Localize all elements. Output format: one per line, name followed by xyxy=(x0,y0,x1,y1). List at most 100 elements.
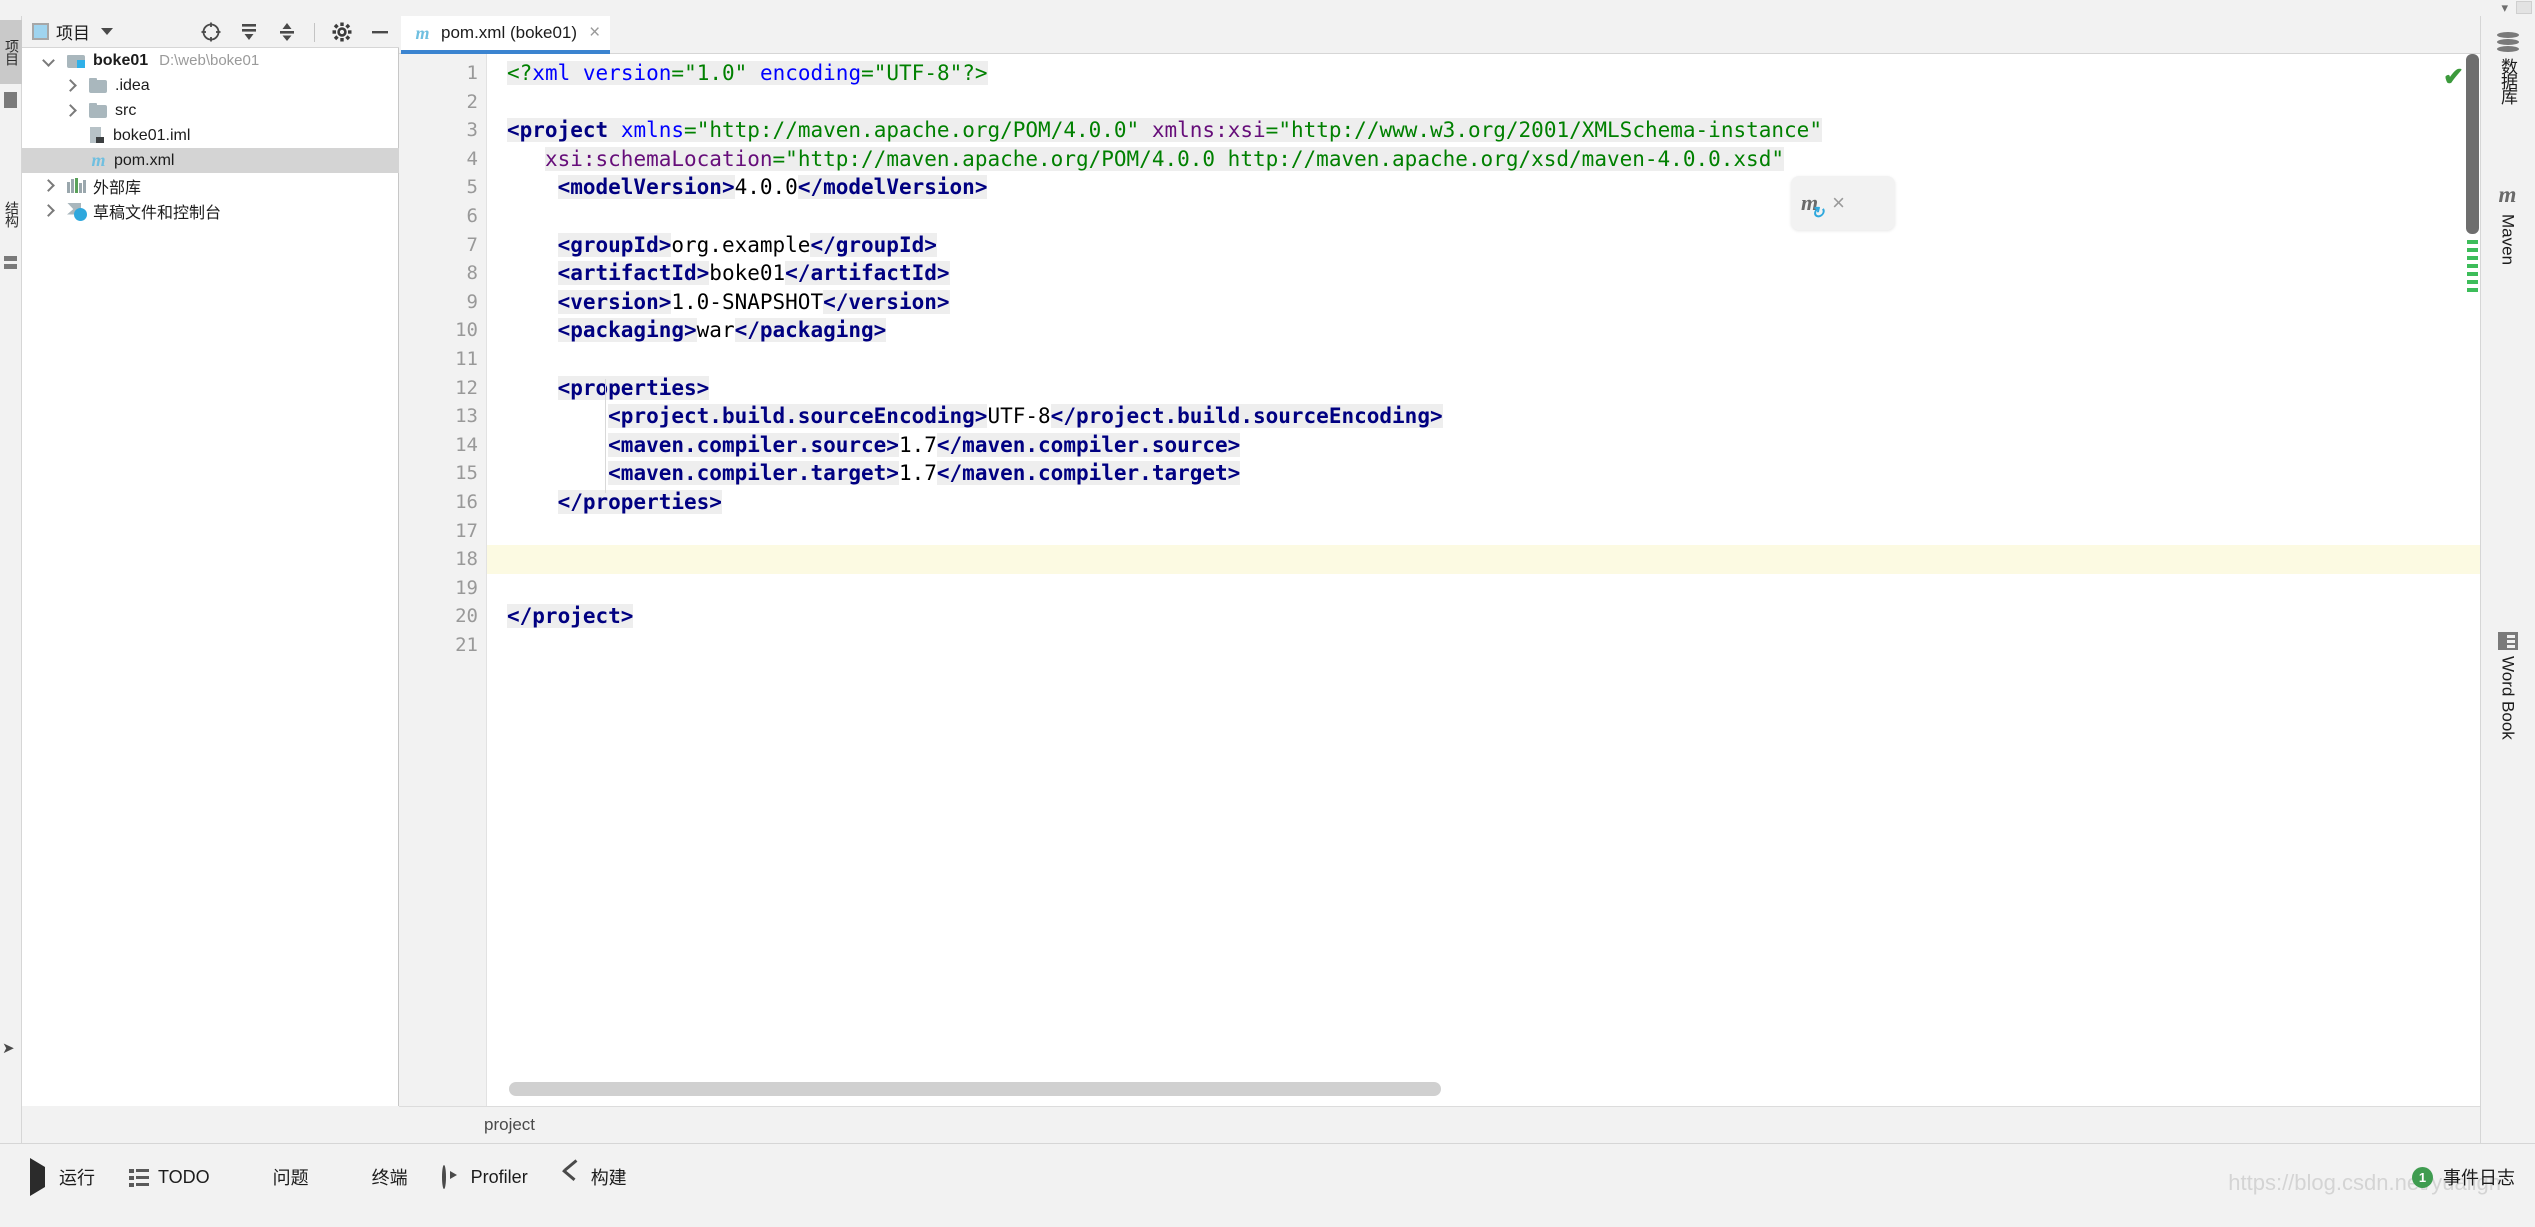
project-panel-title-group[interactable]: 项目 xyxy=(32,19,113,44)
code-line[interactable] xyxy=(487,517,2480,546)
code-token: <groupId> xyxy=(558,233,672,257)
maven-file-icon: m xyxy=(413,23,432,44)
code-token xyxy=(1139,118,1152,142)
code-token: ?> xyxy=(962,61,987,85)
chevron-right-icon[interactable] xyxy=(64,79,77,92)
chevron-down-icon[interactable] xyxy=(42,54,55,67)
tool-window-maven[interactable]: m Maven xyxy=(2480,176,2535,271)
code-line[interactable]: </project> xyxy=(487,602,2480,631)
tool-window-terminal[interactable]: 终端 xyxy=(343,1164,408,1190)
tree-node-boke01-iml[interactable]: boke01.iml xyxy=(22,123,399,148)
code-line[interactable]: <packaging>war</packaging> xyxy=(487,316,2480,345)
tool-window-run[interactable]: 运行 xyxy=(30,1164,95,1190)
event-log-label: 事件日志 xyxy=(2443,1164,2515,1190)
inspection-ok-icon[interactable]: ✔ xyxy=(2443,62,2464,92)
module-folder-icon xyxy=(67,53,85,68)
window-control-box[interactable] xyxy=(2516,1,2532,14)
chevron-right-icon[interactable] xyxy=(42,204,55,217)
line-number: 15 xyxy=(398,459,478,488)
tree-node-boke01[interactable]: boke01 D:\web\boke01 xyxy=(22,48,399,73)
tree-node-idea[interactable]: .idea xyxy=(22,73,399,98)
code-editor[interactable]: <?xml version="1.0" encoding="UTF-8"?> <p… xyxy=(487,54,2480,1106)
code-line[interactable]: <modelVersion>4.0.0</modelVersion> xyxy=(487,173,2480,202)
locate-icon[interactable] xyxy=(200,21,222,43)
code-line[interactable]: <project xmlns="http://maven.apache.org/… xyxy=(487,116,2480,145)
chevron-right-icon[interactable] xyxy=(42,179,55,192)
tree-spacer xyxy=(64,154,77,167)
scrollbar-thumb[interactable] xyxy=(509,1082,1441,1096)
chevron-down-icon[interactable] xyxy=(101,28,113,35)
close-icon[interactable]: × xyxy=(1832,190,1845,216)
editor-horizontal-scrollbar[interactable] xyxy=(509,1082,2470,1096)
code-line[interactable]: <maven.compiler.target>1.7</maven.compil… xyxy=(487,459,2480,488)
word-book-icon xyxy=(2498,632,2518,650)
line-number: 7 xyxy=(398,231,478,260)
code-token: <artifactId> xyxy=(558,261,710,285)
tool-window-word-book-label: Word Book xyxy=(2498,656,2518,740)
editor-vertical-scrollbar[interactable] xyxy=(2466,54,2479,1094)
code-token xyxy=(507,290,558,314)
code-line[interactable] xyxy=(487,545,2480,574)
editor-gutter[interactable]: 123456789101112131415161718192021 xyxy=(399,54,487,1106)
collapse-all-icon[interactable] xyxy=(276,21,298,43)
refresh-icon[interactable]: ↻ xyxy=(1811,203,1824,223)
code-line[interactable]: <project.build.sourceEncoding>UTF-8</pro… xyxy=(487,402,2480,431)
breadcrumb[interactable]: project xyxy=(484,1115,535,1135)
code-line[interactable] xyxy=(487,345,2480,374)
code-line[interactable] xyxy=(487,88,2480,117)
tool-window-profiler[interactable]: Profiler xyxy=(442,1167,528,1188)
terminal-icon xyxy=(343,1167,363,1187)
maven-reload-notification[interactable]: m↻ × xyxy=(1791,176,1895,230)
project-rail-marker-icon xyxy=(4,92,17,108)
code-token xyxy=(507,404,608,428)
chevron-right-icon[interactable] xyxy=(64,104,77,117)
tool-window-word-book[interactable]: Word Book xyxy=(2480,626,2535,746)
code-token xyxy=(507,233,558,257)
code-line[interactable] xyxy=(487,574,2480,603)
hide-window-icon[interactable] xyxy=(369,21,391,43)
code-line[interactable]: <maven.compiler.source>1.7</maven.compil… xyxy=(487,431,2480,460)
code-line[interactable]: </properties> xyxy=(487,488,2480,517)
tool-window-build[interactable]: 构建 xyxy=(562,1164,627,1190)
line-number: 21 xyxy=(398,631,478,660)
tool-window-problems-label: 问题 xyxy=(273,1164,309,1190)
tree-node-src[interactable]: src xyxy=(22,98,399,123)
project-tool-window: 项目 xyxy=(22,16,399,1106)
code-line[interactable] xyxy=(487,631,2480,660)
tree-node-scratches-and-consoles[interactable]: 草稿文件和控制台 xyxy=(22,198,399,223)
code-token xyxy=(570,61,583,85)
line-number: 5 xyxy=(398,173,478,202)
code-line[interactable]: <version>1.0-SNAPSHOT</version> xyxy=(487,288,2480,317)
sidebar-item-structure[interactable]: 结构 xyxy=(0,182,22,246)
rail-collapse-arrow-icon[interactable]: ➤ xyxy=(2,1039,15,1057)
chevron-down-icon[interactable]: ▾ xyxy=(2501,1,2508,14)
code-token: = xyxy=(1266,118,1279,142)
code-line[interactable]: <artifactId>boke01</artifactId> xyxy=(487,259,2480,288)
tool-window-problems[interactable]: 问题 xyxy=(244,1164,309,1190)
project-panel-header: 项目 xyxy=(22,16,399,48)
tree-node-label: 草稿文件和控制台 xyxy=(93,199,221,223)
settings-gear-icon[interactable] xyxy=(331,21,353,43)
code-token: <? xyxy=(507,61,532,85)
code-line[interactable] xyxy=(487,202,2480,231)
code-line[interactable]: xsi:schemaLocation="http://maven.apache.… xyxy=(487,145,2480,174)
tree-node-pom-xml[interactable]: m pom.xml xyxy=(22,148,399,173)
folder-icon xyxy=(89,78,107,93)
tool-window-todo-label: TODO xyxy=(158,1167,210,1188)
code-line[interactable]: <groupId>org.example</groupId> xyxy=(487,231,2480,260)
editor-area: m pom.xml (boke01) × 1234567891011121314… xyxy=(399,16,2480,1106)
close-icon[interactable]: × xyxy=(589,25,600,41)
editor-tab-pom-xml[interactable]: m pom.xml (boke01) × xyxy=(401,16,610,54)
window-top-strip: ▾ xyxy=(0,0,2535,16)
event-log-button[interactable]: 1 事件日志 xyxy=(2412,1164,2515,1190)
code-token: = xyxy=(861,61,874,85)
tool-window-database[interactable]: 数据库 xyxy=(2480,26,2535,109)
expand-all-icon[interactable] xyxy=(238,21,260,43)
scrollbar-thumb[interactable] xyxy=(2466,54,2479,234)
sidebar-item-project[interactable]: 项目 xyxy=(0,20,22,84)
code-line[interactable]: <properties> xyxy=(487,374,2480,403)
tool-window-todo[interactable]: TODO xyxy=(129,1167,210,1188)
line-number: 14 xyxy=(398,431,478,460)
code-line[interactable]: <?xml version="1.0" encoding="UTF-8"?> xyxy=(487,59,2480,88)
tree-node-external-libraries[interactable]: 外部库 xyxy=(22,173,399,198)
